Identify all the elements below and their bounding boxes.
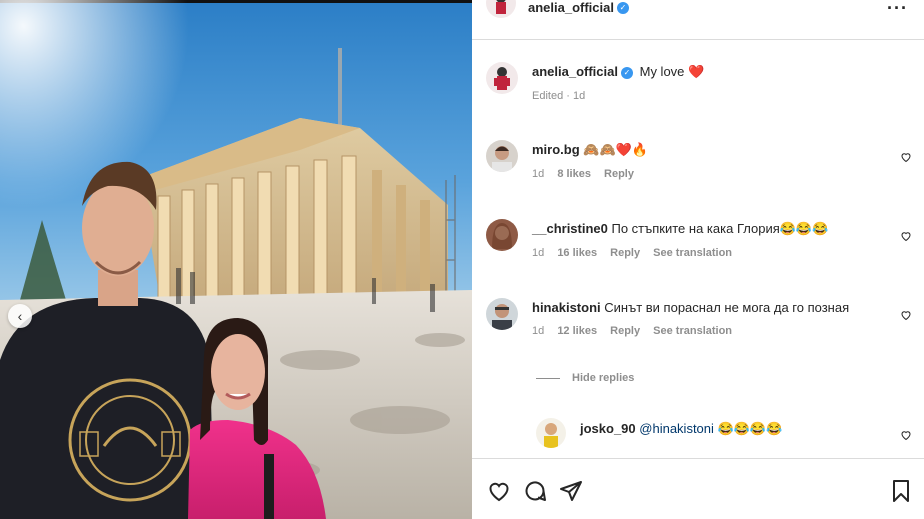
bookmark-icon[interactable]: [889, 479, 913, 503]
reply-username[interactable]: josko_90: [580, 421, 636, 436]
post-side-panel: anelia_official ✓ ··· anelia_official ✓ My…: [472, 0, 924, 519]
comment-text: По стъпките на кака Глория😂😂😂: [611, 221, 829, 236]
comment-meta: 1d 16 likes Reply See translation: [532, 247, 902, 259]
like-comment-heart-icon[interactable]: [900, 151, 912, 163]
see-translation-link[interactable]: See translation: [653, 325, 732, 337]
post-photo[interactable]: ‹: [0, 0, 472, 519]
hide-replies-line: [536, 377, 560, 379]
commenter-avatar[interactable]: [486, 298, 518, 330]
comment-item: miro.bg 🙈🙈❤️🔥 1d 8 likes Reply: [532, 142, 902, 180]
comment-reply-button[interactable]: Reply: [610, 247, 640, 259]
see-translation-link[interactable]: See translation: [653, 247, 732, 259]
like-comment-heart-icon[interactable]: [900, 429, 912, 441]
caption-meta: Edited · 1d: [532, 90, 586, 102]
caption-heart-emoji: ❤️: [688, 64, 705, 79]
like-comment-heart-icon[interactable]: [900, 230, 912, 242]
verified-badge-icon: ✓: [620, 66, 633, 79]
verified-badge-icon: ✓: [616, 1, 629, 14]
commenter-avatar[interactable]: [486, 140, 518, 172]
comment-username[interactable]: miro.bg: [532, 142, 580, 157]
post-header: anelia_official ✓ ···: [472, 0, 924, 40]
author-avatar[interactable]: [486, 0, 516, 18]
author-username[interactable]: anelia_official: [528, 0, 614, 15]
post-action-bar: [472, 458, 924, 519]
carousel-prev-button[interactable]: ‹: [8, 304, 32, 328]
comment-meta: 1d 12 likes Reply See translation: [532, 325, 902, 337]
comment-likes[interactable]: 12 likes: [557, 325, 597, 337]
comment-reply-button[interactable]: Reply: [610, 325, 640, 337]
comment-reply-button[interactable]: Reply: [604, 168, 634, 180]
like-comment-heart-icon[interactable]: [900, 309, 912, 321]
reply-mention-link[interactable]: @hinakistoni: [639, 421, 714, 436]
comment-text: Синът ви пораснал не мога да го позная: [604, 300, 850, 315]
photo-scene: [0, 0, 472, 519]
comment-username[interactable]: __christine0: [532, 221, 608, 236]
comment-likes[interactable]: 8 likes: [557, 168, 591, 180]
comment-item: hinakistoni Синът ви пораснал не мога да…: [532, 300, 902, 337]
comment-username[interactable]: hinakistoni: [532, 300, 601, 315]
hide-replies-label: Hide replies: [572, 372, 635, 384]
caption-username[interactable]: anelia_official: [532, 64, 618, 79]
reply-comment-item: josko_90 @hinakistoni 😂😂😂😂: [580, 421, 880, 437]
reply-author-avatar[interactable]: [536, 418, 566, 448]
comment-item: __christine0 По стъпките на кака Глория😂…: [532, 221, 902, 259]
send-icon[interactable]: [559, 479, 583, 503]
hide-replies-button[interactable]: Hide replies: [536, 372, 634, 384]
comment-icon[interactable]: [523, 479, 547, 503]
more-options-icon[interactable]: ···: [887, 0, 908, 19]
comment-time: 1d: [532, 325, 545, 337]
comment-likes[interactable]: 16 likes: [557, 247, 597, 259]
post-caption: anelia_official ✓ My love ❤️ Edited · 1d: [532, 64, 704, 102]
reply-text: 😂😂😂😂: [717, 421, 783, 436]
comment-time: 1d: [532, 168, 545, 180]
comment-time: 1d: [532, 247, 545, 259]
commenter-avatar[interactable]: [486, 219, 518, 251]
comment-text: 🙈🙈❤️🔥: [583, 142, 649, 157]
caption-author-avatar[interactable]: [486, 62, 518, 94]
comment-meta: 1d 8 likes Reply: [532, 168, 902, 180]
caption-text: My love: [639, 64, 685, 79]
heart-icon[interactable]: [487, 479, 511, 503]
